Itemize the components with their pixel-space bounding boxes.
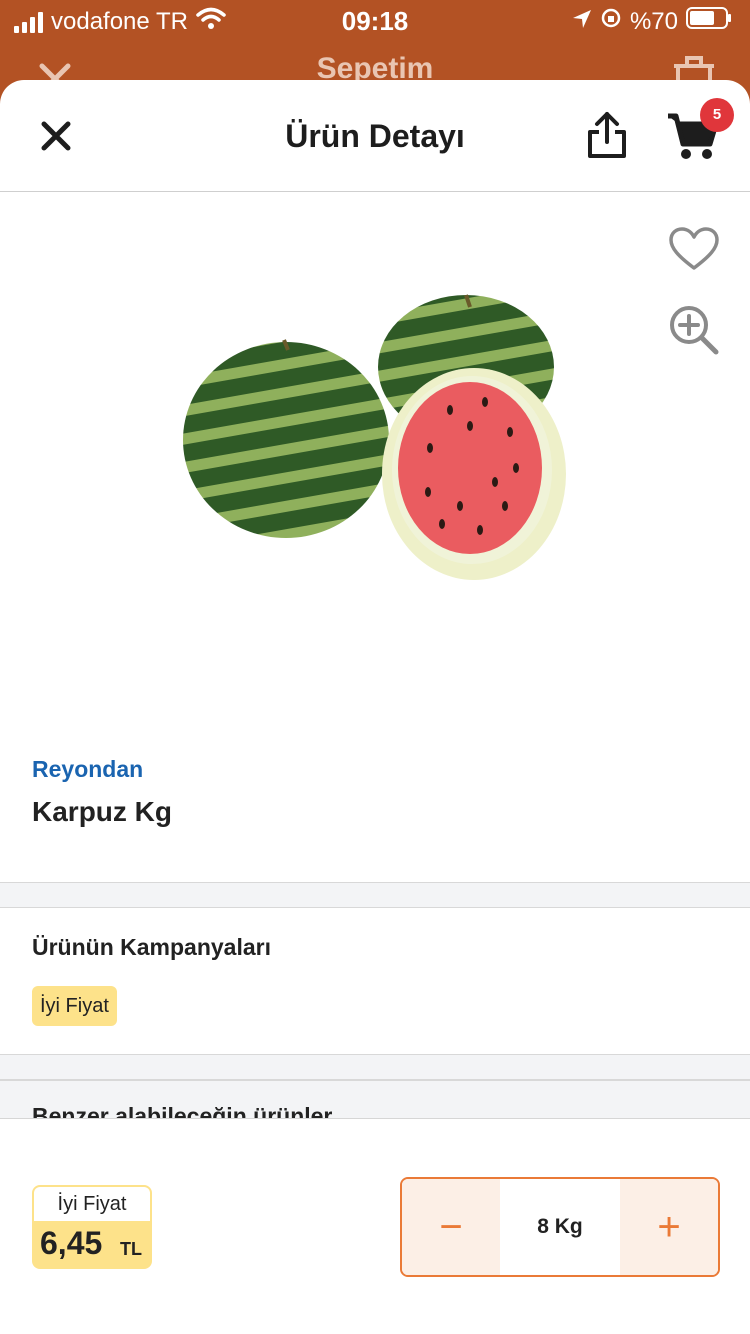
product-category-link[interactable]: Reyondan <box>32 756 143 783</box>
campaign-badge[interactable]: İyi Fiyat <box>32 986 117 1026</box>
quantity-value: 8 Kg <box>500 1179 620 1275</box>
heart-icon <box>669 227 719 270</box>
price-currency: TL <box>120 1239 142 1259</box>
price-value: 6,45 <box>40 1225 103 1261</box>
product-image-area <box>0 192 750 752</box>
section-divider <box>0 1054 750 1080</box>
page-title: Ürün Detayı <box>285 118 465 154</box>
product-info: Reyondan Karpuz Kg <box>0 752 750 882</box>
watermelon-image <box>183 294 566 580</box>
product-name: Karpuz Kg <box>32 796 172 827</box>
cart-count-badge: 5 <box>700 98 734 132</box>
favorite-button[interactable] <box>668 226 720 272</box>
battery-percent: %70 <box>629 7 678 35</box>
share-icon <box>588 112 626 158</box>
zoom-button[interactable] <box>668 304 720 356</box>
decrease-quantity-button[interactable]: − <box>402 1179 500 1275</box>
zoom-in-icon <box>670 306 719 355</box>
orientation-lock-icon <box>600 7 622 36</box>
price-campaign-label: İyi Fiyat <box>34 1187 150 1221</box>
similar-products-section: Benzer alabileceğin ürünler <box>0 1080 750 1129</box>
status-bar: vodafone TR 09:18 %70 <box>0 0 750 40</box>
price-tag: İyi Fiyat 6,45 TL <box>32 1185 152 1269</box>
battery-icon <box>686 6 732 37</box>
increase-quantity-button[interactable]: + <box>620 1179 718 1275</box>
section-divider <box>0 882 750 908</box>
campaigns-title: Ürünün Kampanyaları <box>32 934 271 960</box>
campaigns-section: Ürünün Kampanyaları İyi Fiyat <box>0 908 750 1054</box>
quantity-stepper: − 8 Kg + <box>400 1177 720 1277</box>
share-button[interactable] <box>586 110 628 160</box>
location-arrow-icon <box>572 8 592 36</box>
sheet-header: Ürün Detayı 5 <box>0 80 750 192</box>
bottom-action-bar: İyi Fiyat 6,45 TL − 8 Kg + <box>0 1118 750 1334</box>
